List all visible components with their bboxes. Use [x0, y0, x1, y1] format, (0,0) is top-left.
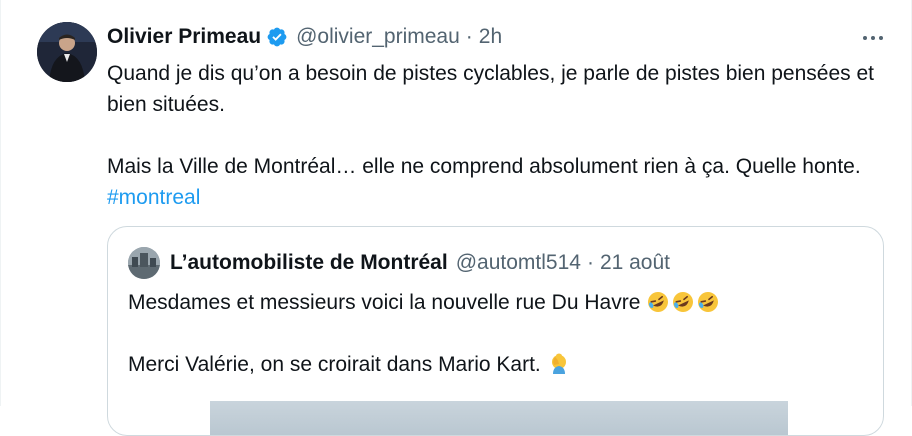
tweet-text: Quand je dis qu’on a besoin de pistes cy…	[107, 58, 877, 213]
author-avatar[interactable]	[37, 22, 97, 82]
quoted-text-paragraph-1: Mesdames et messieurs voici la nouvelle …	[128, 287, 868, 318]
facepalm-emoji-icon	[547, 352, 571, 376]
rolling-laughing-emoji-icon	[646, 290, 670, 314]
quoted-text-line-1: Mesdames et messieurs voici la nouvelle …	[128, 291, 647, 314]
more-options-icon[interactable]	[859, 30, 887, 46]
tweet-header: Olivier Primeau @olivier_primeau · 2h	[107, 22, 891, 52]
author-name[interactable]: Olivier Primeau	[107, 22, 261, 52]
tweet-timestamp[interactable]: 2h	[479, 22, 502, 52]
separator-dot: ·	[586, 251, 594, 274]
quoted-author-name[interactable]: L’automobiliste de Montréal	[170, 251, 448, 275]
quoted-text-paragraph-2: Merci Valérie, on se croirait dans Mario…	[128, 349, 868, 380]
tweet-text-body: Mais la Ville de Montréal… elle ne compr…	[107, 155, 861, 178]
tweet-text-paragraph-2: Mais la Ville de Montréal… elle ne compr…	[107, 151, 877, 213]
quoted-tweet-header: L’automobiliste de Montréal @automtl514 …	[128, 247, 863, 279]
quoted-text-line-2: Merci Valérie, on se croirait dans Mario…	[128, 353, 547, 376]
quoted-tweet-text: Mesdames et messieurs voici la nouvelle …	[128, 287, 868, 380]
quoted-tweet[interactable]: L’automobiliste de Montréal @automtl514 …	[107, 226, 884, 436]
rolling-laughing-emoji-icon	[696, 290, 720, 314]
tweet-card[interactable]: Olivier Primeau @olivier_primeau · 2h Qu…	[0, 0, 912, 436]
quoted-author-handle[interactable]: @automtl514	[456, 251, 581, 275]
hashtag-link[interactable]: #montreal	[107, 186, 200, 209]
quoted-tweet-date[interactable]: 21 août	[600, 251, 670, 275]
tweet-text-paragraph-1: Quand je dis qu’on a besoin de pistes cy…	[107, 62, 874, 116]
separator-dot: ·	[465, 25, 473, 48]
quoted-tweet-media[interactable]	[210, 401, 788, 435]
quoted-author-avatar[interactable]	[128, 247, 160, 279]
verified-badge-icon	[266, 26, 288, 48]
rolling-laughing-emoji-icon	[671, 290, 695, 314]
author-handle[interactable]: @olivier_primeau	[296, 22, 460, 52]
